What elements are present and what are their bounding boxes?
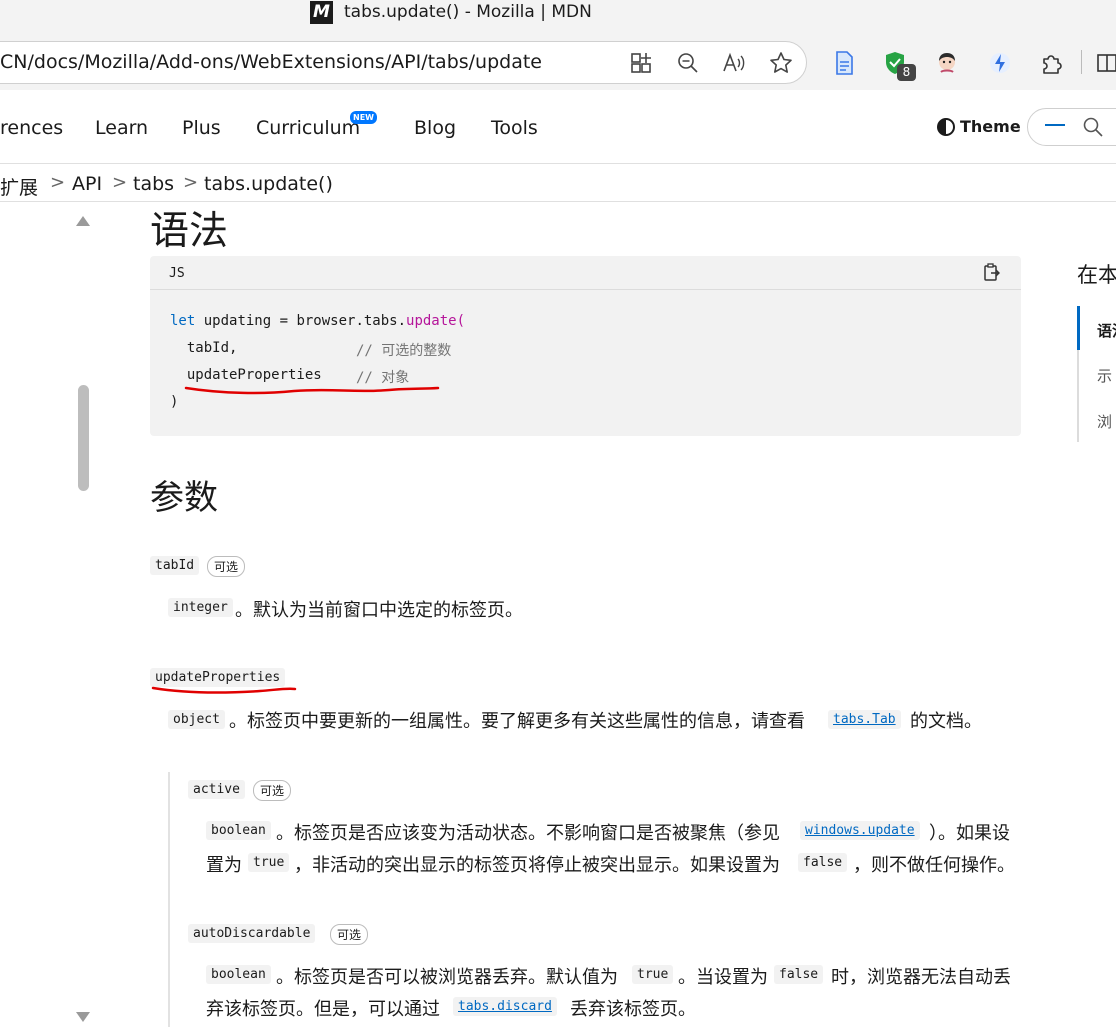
red-annotation-underline <box>184 386 440 395</box>
theme-label: Theme <box>960 117 1021 136</box>
nav-references[interactable]: rences <box>0 117 63 139</box>
sidebar-scrollbar-thumb[interactable] <box>78 385 89 491</box>
breadcrumb-api[interactable]: API <box>72 173 102 195</box>
nav-plus[interactable]: Plus <box>182 117 221 139</box>
code-keyword: let <box>170 313 196 329</box>
code-language-label: JS <box>169 266 185 281</box>
breadcrumb-separator: > <box>183 172 199 193</box>
red-annotation-underline <box>151 686 297 694</box>
breadcrumb-separator: > <box>112 172 128 193</box>
link-tabs-tab[interactable]: tabs.Tab <box>828 710 901 729</box>
toolbar-divider <box>1081 50 1082 74</box>
value-false: false <box>798 853 848 872</box>
avatar-extension-icon[interactable] <box>934 50 960 76</box>
optional-badge: 可选 <box>330 924 369 945</box>
read-aloud-icon[interactable] <box>721 50 747 76</box>
nav-learn[interactable]: Learn <box>95 117 148 139</box>
nested-properties-border <box>168 772 170 1027</box>
nav-curriculum[interactable]: Curriculum <box>256 117 360 139</box>
code-line-2: tabId, <box>170 340 238 356</box>
code-line-1: let updating = browser.tabs.update( <box>170 313 465 329</box>
scroll-down-arrow-icon[interactable] <box>76 1012 90 1022</box>
updateproperties-description: 。标签页中要更新的一组属性。要了解更多有关这些属性的信息，请查看 <box>229 711 805 732</box>
nav-blog[interactable]: Blog <box>414 117 456 139</box>
active-description-1-end: ）。如果设 <box>929 823 1010 844</box>
toc-active-indicator <box>1077 306 1080 350</box>
toc-title: 在本 <box>1077 263 1116 287</box>
code-text: updating = browser.tabs. <box>195 313 407 329</box>
type-boolean: boolean <box>206 965 271 984</box>
breadcrumb-extensions[interactable]: 扩展 <box>0 173 38 200</box>
breadcrumb-tabs[interactable]: tabs <box>133 173 174 195</box>
toc-item-browser-compat[interactable]: 浏 <box>1097 411 1112 432</box>
type-integer: integer <box>168 598 233 617</box>
apps-icon[interactable] <box>628 50 654 76</box>
code-function: update <box>406 313 457 329</box>
url-text[interactable]: CN/docs/Mozilla/Add-ons/WebExtensions/AP… <box>0 51 542 73</box>
prop-name-autodiscardable: autoDiscardable <box>188 924 316 943</box>
code-block-header <box>150 256 1021 290</box>
value-true: true <box>248 853 290 872</box>
value-true: true <box>632 965 674 984</box>
prop-name-active: active <box>188 780 245 799</box>
active-description-1: 。标签页是否应该变为活动状态。不影响窗口是否被聚焦（参见 <box>276 823 780 844</box>
autodiscardable-description-2: 弃该标签页。但是，可以通过 <box>206 999 440 1020</box>
theme-button[interactable]: Theme <box>937 117 1021 136</box>
split-screen-icon[interactable] <box>1094 50 1116 76</box>
toc-item-syntax[interactable]: 语法 <box>1097 320 1116 341</box>
updateproperties-description-end: 的文档。 <box>910 711 982 732</box>
active-description-2-mid: ，非活动的突出显示的标签页将停止被突出显示。如果设置为 <box>294 855 780 876</box>
params-heading: 参数 <box>150 478 218 518</box>
extension-badge: 8 <box>897 64 916 81</box>
window-title: tabs.update() - Mozilla | MDN <box>344 2 592 22</box>
type-object: object <box>168 710 225 729</box>
optional-badge: 可选 <box>207 556 246 577</box>
active-description-2: 置为 <box>206 855 242 876</box>
code-line-4: ) <box>170 394 179 410</box>
code-comment: // 可选的整数 <box>356 343 452 359</box>
link-tabs-discard[interactable]: tabs.discard <box>453 997 557 1016</box>
active-description-2-end: ，则不做任何操作。 <box>853 855 1015 876</box>
nav-tools[interactable]: Tools <box>491 117 538 139</box>
mdn-favicon-icon: M <box>310 1 333 24</box>
breadcrumb-tabs-update[interactable]: tabs.update() <box>204 173 333 195</box>
document-extension-icon[interactable] <box>831 50 857 76</box>
scroll-up-arrow-icon[interactable] <box>76 216 90 226</box>
link-windows-update[interactable]: windows.update <box>800 821 920 840</box>
optional-badge: 可选 <box>253 780 292 801</box>
extensions-puzzle-icon[interactable] <box>1039 50 1065 76</box>
lightning-extension-icon[interactable] <box>987 50 1013 76</box>
type-boolean: boolean <box>206 821 271 840</box>
autodiscardable-description-2-end: 丢弃该标签页。 <box>570 999 696 1020</box>
code-paren: ( <box>456 313 466 329</box>
value-false: false <box>774 965 824 984</box>
search-caret <box>1045 124 1065 126</box>
toc-item-examples[interactable]: 示 <box>1097 365 1112 386</box>
param-name-tabid: tabId <box>150 556 200 575</box>
autodiscardable-description-1-end: 时，浏览器无法自动丢 <box>831 967 1011 988</box>
autodiscardable-description-1: 。标签页是否可以被浏览器丢弃。默认值为 <box>276 967 618 988</box>
theme-contrast-icon <box>937 117 955 136</box>
autodiscardable-description-1-mid: 。当设置为 <box>678 967 768 988</box>
syntax-heading: 语法 <box>150 209 229 254</box>
new-badge: NEW <box>350 111 377 124</box>
tabid-description: 。默认为当前窗口中选定的标签页。 <box>235 600 523 621</box>
breadcrumb-separator: > <box>50 172 66 193</box>
favorite-star-icon[interactable] <box>768 50 794 76</box>
zoom-out-icon[interactable] <box>675 50 701 76</box>
search-icon[interactable] <box>1082 116 1104 138</box>
copy-clipboard-icon[interactable] <box>983 263 1001 282</box>
